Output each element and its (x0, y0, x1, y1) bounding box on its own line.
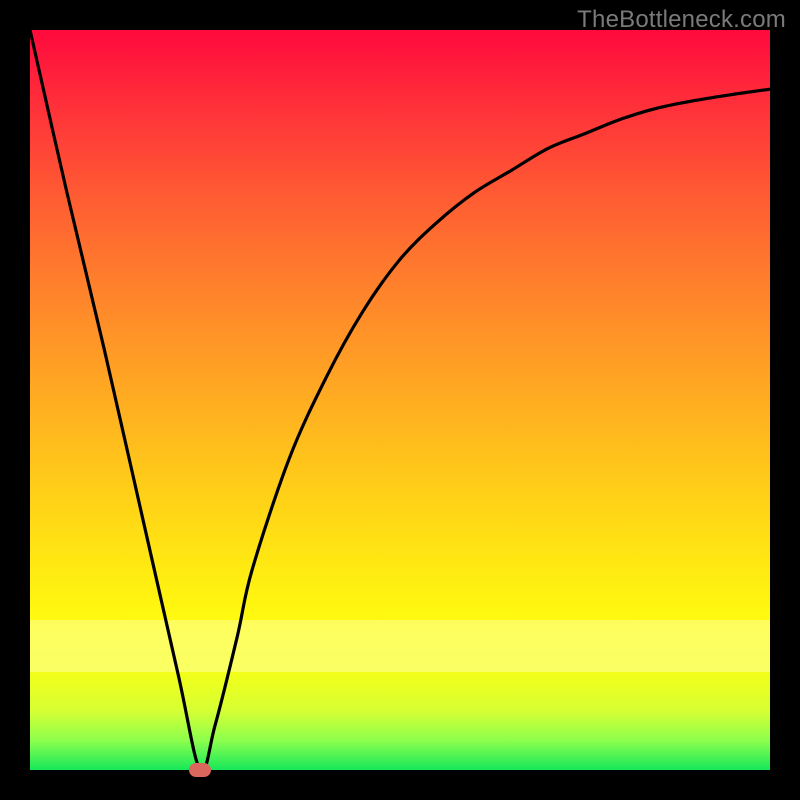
bottleneck-curve (30, 30, 770, 771)
optimum-marker (189, 763, 211, 777)
curve-svg (30, 30, 770, 770)
chart-container: TheBottleneck.com (0, 0, 800, 800)
plot-area (30, 30, 770, 770)
